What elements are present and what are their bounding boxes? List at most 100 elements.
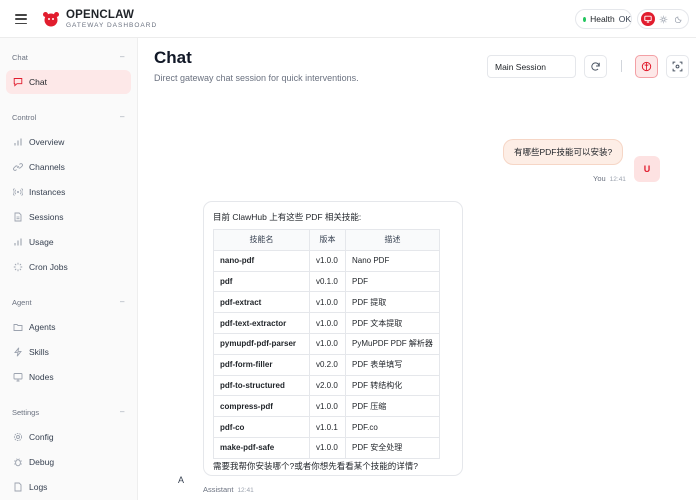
skill-description: PDF [345,270,440,293]
brain-icon [641,61,652,72]
collapse-chevron-icon[interactable]: – [120,112,124,121]
section-label-settings: Settings [12,408,40,417]
loader-icon [13,262,23,272]
theme-system-button[interactable] [641,12,655,26]
skill-version: v1.0.0 [309,395,346,418]
skill-name: pdf-to-structured [213,374,310,397]
refresh-button[interactable] [584,55,607,78]
sidebar-item-sessions[interactable]: Sessions [6,205,131,229]
page-description: Direct gateway chat session for quick in… [154,73,359,83]
sidebar-item-label: Agents [29,322,56,332]
health-label: Health [590,14,615,24]
skill-description: PDF 压缩 [345,395,440,418]
skill-description: Nano PDF [345,249,440,272]
message-time: 12:41 [237,487,254,494]
sidebar-item-instances[interactable]: Instances [6,180,131,204]
radio-icon [13,188,23,196]
focus-mode-button[interactable] [666,55,689,78]
zap-icon [14,347,22,357]
skill-version: v1.0.0 [309,436,346,459]
user-message-meta: You 12:41 [593,174,626,183]
openclaw-logo-icon [43,12,59,27]
sidebar-item-cron-jobs[interactable]: Cron Jobs [6,255,131,279]
assistant-message-bubble: 目前 ClawHub 上有这些 PDF 相关技能: 技能名 版本 描述 nano… [203,201,463,476]
message-time: 12:41 [609,176,626,183]
collapse-chevron-icon[interactable]: – [120,52,124,61]
skill-version: v0.2.0 [309,353,346,376]
health-status-pill[interactable]: Health OK [575,9,632,29]
sidebar-item-debug[interactable]: Debug [6,450,131,474]
table-header-row: 技能名 版本 描述 [213,229,440,251]
column-header: 技能名 [213,229,310,251]
column-header: 描述 [345,229,440,251]
sidebar: Chat – Chat Control – Overview Channels … [0,38,138,500]
sidebar-item-chat[interactable]: Chat [6,70,131,94]
sidebar-item-label: Logs [29,482,48,492]
sidebar-item-label: Usage [29,237,54,247]
skill-name: nano-pdf [213,249,310,272]
collapse-chevron-icon[interactable]: – [120,407,124,416]
theme-dark-button[interactable] [672,12,686,26]
section-label-agent: Agent [12,298,32,307]
settings-icon [13,432,23,442]
sidebar-item-label: Overview [29,137,65,147]
bug-icon [14,458,22,467]
skill-description: PDF 表单填写 [345,353,440,376]
sidebar-item-agents[interactable]: Agents [6,315,131,339]
table-row: pdf-extract v1.0.0 PDF 提取 [213,291,440,314]
page-title: Chat [154,48,192,67]
table-row: pdf-to-structured v2.0.0 PDF 转结构化 [213,374,440,397]
link-icon [13,163,23,171]
sidebar-item-channels[interactable]: Channels [6,155,131,179]
folder-icon [13,324,23,331]
sidebar-item-overview[interactable]: Overview [6,130,131,154]
sidebar-item-label: Chat [29,77,47,87]
section-label-control: Control [12,113,37,122]
skill-version: v0.1.0 [309,270,346,293]
sidebar-item-label: Sessions [29,212,64,222]
sidebar-item-usage[interactable]: Usage [6,230,131,254]
skill-version: v1.0.0 [309,291,346,314]
toolbar-divider [621,60,622,72]
message-sender: Assistant [203,485,234,494]
monitor-icon [644,15,652,23]
theme-light-button[interactable] [657,12,671,26]
thinking-toggle-button[interactable] [635,55,658,78]
table-row: compress-pdf v1.0.0 PDF 压缩 [213,395,440,418]
sidebar-item-label: Debug [29,457,55,467]
sidebar-item-label: Config [29,432,54,442]
user-message-bubble: 有哪些PDF技能可以安装? [503,139,624,165]
table-row: pdf-form-filler v0.2.0 PDF 表单填写 [213,353,440,376]
assistant-intro-text: 目前 ClawHub 上有这些 PDF 相关技能: [213,212,362,222]
column-header: 版本 [309,229,346,251]
menu-icon[interactable] [15,14,27,25]
sidebar-item-label: Instances [29,187,66,197]
skill-version: v1.0.0 [309,249,346,272]
skill-name: pdf [213,270,310,293]
sidebar-item-label: Cron Jobs [29,262,68,272]
brand-subtitle: GATEWAY DASHBOARD [66,22,158,29]
top-bar: OPENCLAW GATEWAY DASHBOARD Health OK [0,0,696,38]
table-row: pdf-text-extractor v1.0.0 PDF 文本提取 [213,312,440,334]
skill-name: pdf-co [213,416,310,438]
sun-icon [659,15,668,23]
health-dot-icon [583,16,587,22]
message-sender: You [593,174,606,183]
scan-icon [672,61,683,72]
skill-description: PyMuPDF PDF 解析器 [345,332,440,355]
skill-name: pdf-extract [213,291,310,314]
sidebar-item-nodes[interactable]: Nodes [6,365,131,389]
skill-name: pdf-form-filler [213,353,310,376]
session-select[interactable]: Main Session [487,55,576,78]
bar-chart-icon [14,138,22,146]
collapse-chevron-icon[interactable]: – [120,297,124,306]
skill-name: pymupdf-pdf-parser [213,332,310,355]
skill-name: make-pdf-safe [213,436,310,459]
sidebar-item-config[interactable]: Config [6,425,131,449]
sidebar-item-skills[interactable]: Skills [6,340,131,364]
refresh-icon [591,62,600,71]
skill-name: pdf-text-extractor [213,312,310,334]
table-row: pdf-co v1.0.1 PDF.co [213,416,440,438]
skill-version: v2.0.0 [309,374,346,397]
sidebar-item-logs[interactable]: Logs [6,475,131,499]
